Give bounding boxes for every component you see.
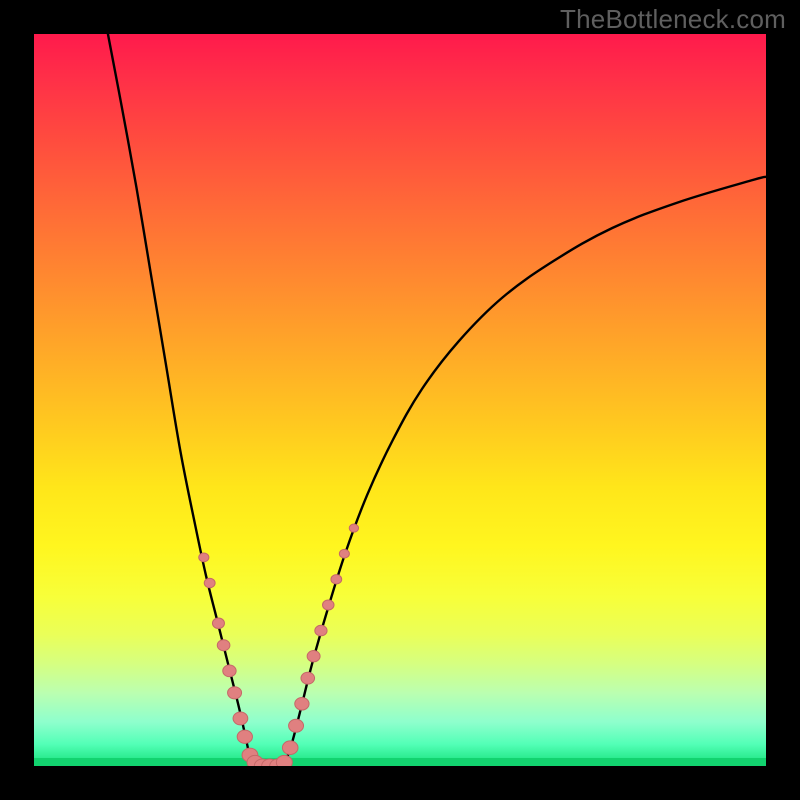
curve-marker bbox=[233, 712, 248, 725]
curve-marker bbox=[315, 625, 327, 636]
curve-marker bbox=[295, 698, 309, 710]
curve-marker bbox=[212, 618, 224, 628]
curve-marker bbox=[199, 553, 209, 562]
curve-marker bbox=[331, 575, 342, 584]
curve-marker bbox=[237, 730, 252, 743]
left-curve bbox=[108, 34, 251, 765]
marker-group bbox=[199, 524, 359, 766]
curve-marker bbox=[282, 741, 298, 755]
curve-marker bbox=[217, 640, 230, 651]
curve-marker bbox=[204, 578, 215, 587]
curve-marker bbox=[301, 672, 315, 684]
curve-marker bbox=[276, 755, 292, 766]
curve-overlay bbox=[34, 34, 766, 766]
right-curve bbox=[284, 177, 766, 765]
curve-marker bbox=[339, 549, 349, 558]
curve-marker bbox=[349, 524, 358, 532]
curve-marker bbox=[228, 687, 242, 699]
curve-marker bbox=[307, 651, 320, 662]
watermark-text: TheBottleneck.com bbox=[560, 4, 786, 35]
chart-frame: TheBottleneck.com bbox=[0, 0, 800, 800]
curve-marker bbox=[289, 719, 304, 732]
plot-area bbox=[34, 34, 766, 766]
curve-marker bbox=[223, 665, 236, 677]
curve-marker bbox=[323, 600, 335, 610]
